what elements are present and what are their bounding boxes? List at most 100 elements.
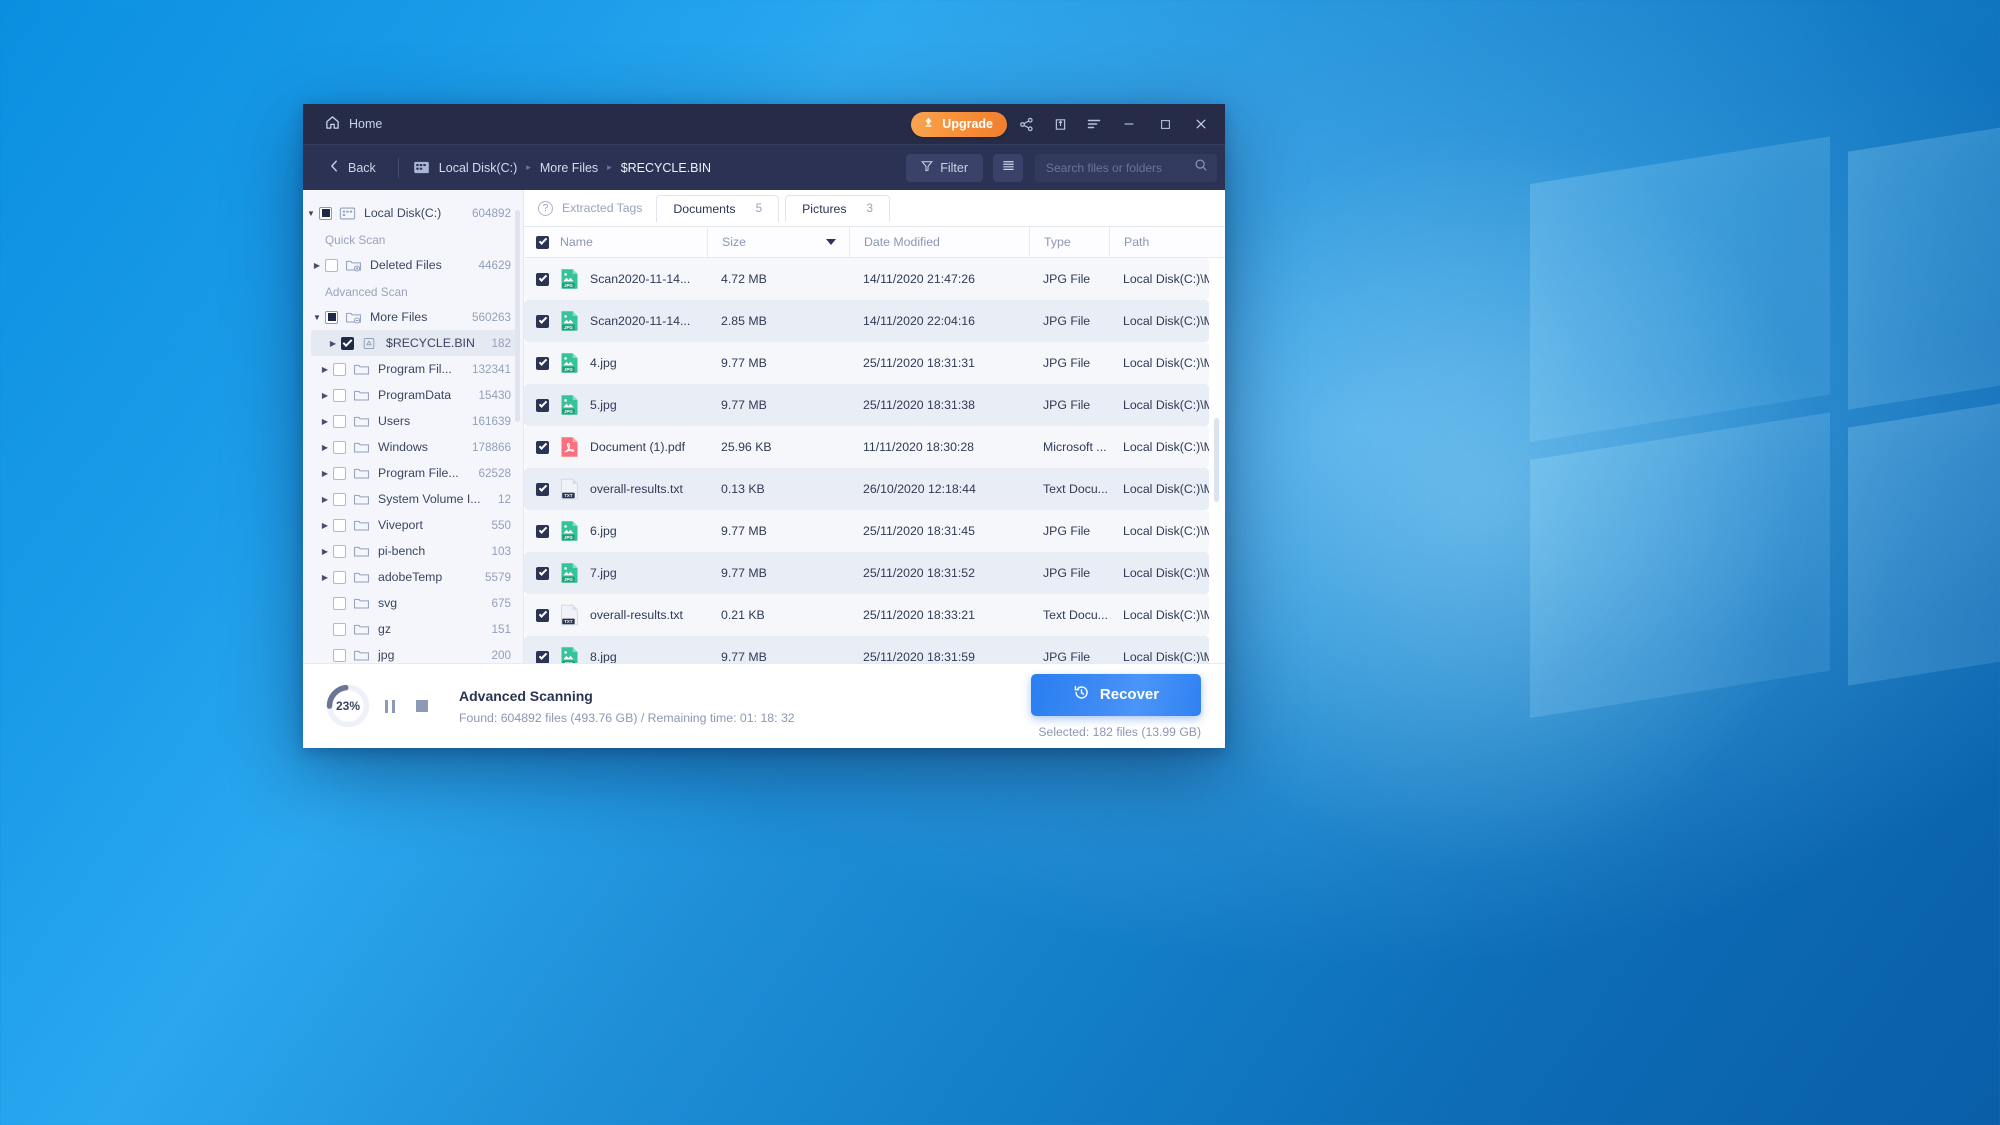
sidebar-item-program-fil[interactable]: ▶ Program Fil... 132341 — [303, 356, 523, 382]
sidebar-item-pi-bench[interactable]: ▶ pi-bench 103 — [303, 538, 523, 564]
row-checkbox[interactable] — [536, 314, 549, 328]
question-icon[interactable]: ? — [538, 200, 553, 216]
cell-date-modified: 14/11/2020 21:47:26 — [863, 272, 975, 286]
breadcrumb-item-2[interactable]: $RECYCLE.BIN — [621, 161, 711, 175]
breadcrumb-item-0[interactable]: Local Disk(C:) — [439, 161, 518, 175]
close-icon[interactable] — [1185, 109, 1217, 139]
checkbox-unchecked[interactable] — [333, 492, 346, 506]
row-checkbox[interactable] — [536, 524, 549, 538]
minimize-icon[interactable] — [1113, 109, 1145, 139]
export-icon[interactable] — [1045, 109, 1075, 139]
sidebar-item-gz[interactable]: gz 151 — [303, 616, 523, 642]
checkbox-unchecked[interactable] — [333, 440, 346, 454]
stop-button[interactable] — [409, 693, 435, 719]
chevron-down-icon[interactable]: ▼ — [303, 209, 319, 218]
column-header-path[interactable]: Path — [1109, 227, 1225, 257]
sidebar-item-jpg[interactable]: jpg 200 — [303, 642, 523, 663]
list-view-button[interactable] — [993, 153, 1023, 182]
column-header-size[interactable]: Size — [707, 227, 849, 257]
row-checkbox[interactable] — [536, 566, 549, 580]
table-row[interactable]: JPG 5.jpg 9.77 MB 25/11/2020 18:31:38 JPG Fi… — [524, 384, 1209, 426]
table-row[interactable]: Document (1).pdf 25.96 KB 11/11/2020 18:30… — [524, 426, 1209, 468]
checkbox-partial[interactable] — [319, 206, 332, 220]
home-button[interactable]: Home — [319, 110, 388, 138]
upgrade-button[interactable]: Upgrade — [911, 111, 1007, 137]
chevron-right-icon[interactable]: ▶ — [317, 469, 333, 478]
table-row[interactable]: JPG 6.jpg 9.77 MB 25/11/2020 18:31:45 JPG Fi… — [524, 510, 1209, 552]
sidebar-tree[interactable]: ▼ Local Disk(C:) 604892 Quick Scan ▶ Del… — [303, 190, 524, 663]
checkbox-unchecked[interactable] — [325, 258, 338, 272]
chevron-right-icon[interactable]: ▶ — [317, 365, 333, 374]
table-row[interactable]: JPG 8.jpg 9.77 MB 25/11/2020 18:31:59 JPG Fi… — [524, 636, 1209, 663]
sidebar-item-adobetemp[interactable]: ▶ adobeTemp 5579 — [303, 564, 523, 590]
search-icon[interactable] — [1194, 158, 1208, 177]
share-icon[interactable] — [1011, 109, 1041, 139]
sidebar-item-recycle-bin[interactable]: ▶ $RECYCLE.BIN 182 — [311, 330, 519, 356]
checkbox-unchecked[interactable] — [333, 622, 346, 636]
table-row[interactable]: JPG Scan2020-11-14... 2.85 MB 14/11/2020 22… — [524, 300, 1209, 342]
checkbox-unchecked[interactable] — [333, 388, 346, 402]
column-header-name[interactable]: Name — [524, 227, 707, 257]
sidebar-item-programdata[interactable]: ▶ ProgramData 15430 — [303, 382, 523, 408]
filter-button[interactable]: Filter — [906, 153, 983, 182]
sidebar-item-more-files[interactable]: ▼ More Files 560263 — [303, 304, 523, 330]
chevron-right-icon[interactable]: ▶ — [317, 547, 333, 556]
search-input[interactable]: Search files or folders — [1046, 161, 1188, 175]
search-box[interactable]: Search files or folders — [1035, 153, 1217, 182]
row-checkbox[interactable] — [536, 398, 549, 412]
sidebar-scrollbar-thumb[interactable] — [515, 210, 520, 422]
menu-icon[interactable] — [1079, 109, 1109, 139]
sidebar-item-svg[interactable]: svg 675 — [303, 590, 523, 616]
chevron-right-icon[interactable]: ▶ — [317, 443, 333, 452]
checkbox-checked[interactable] — [341, 336, 354, 350]
row-checkbox[interactable] — [536, 608, 549, 622]
file-list[interactable]: JPG Scan2020-11-14... 4.72 MB 14/11/2020 21… — [524, 258, 1225, 663]
row-checkbox[interactable] — [536, 650, 549, 663]
chevron-down-icon[interactable]: ▼ — [309, 313, 325, 322]
column-header-type[interactable]: Type — [1029, 227, 1109, 257]
sidebar-item-local-disk[interactable]: ▼ Local Disk(C:) 604892 — [303, 200, 523, 226]
checkbox-unchecked[interactable] — [333, 544, 346, 558]
sidebar-item-users[interactable]: ▶ Users 161639 — [303, 408, 523, 434]
chevron-right-icon[interactable]: ▶ — [317, 495, 333, 504]
row-checkbox[interactable] — [536, 272, 549, 286]
row-checkbox[interactable] — [536, 440, 549, 454]
tab-pictures[interactable]: Pictures 3 — [785, 194, 891, 222]
sort-descending-icon[interactable] — [826, 239, 836, 245]
chevron-right-icon[interactable]: ▶ — [317, 417, 333, 426]
maximize-icon[interactable] — [1149, 109, 1181, 139]
back-button[interactable]: Back — [321, 155, 384, 180]
recover-button[interactable]: Recover — [1031, 673, 1201, 716]
chevron-right-icon[interactable]: ▶ — [325, 339, 341, 348]
checkbox-unchecked[interactable] — [333, 596, 346, 610]
sidebar-item-windows[interactable]: ▶ Windows 178866 — [303, 434, 523, 460]
row-checkbox[interactable] — [536, 356, 549, 370]
checkbox-unchecked[interactable] — [333, 466, 346, 480]
sidebar-item-program-file[interactable]: ▶ Program File... 62528 — [303, 460, 523, 486]
column-header-date-modified[interactable]: Date Modified — [849, 227, 1029, 257]
checkbox-partial[interactable] — [325, 310, 338, 324]
table-row[interactable]: JPG 4.jpg 9.77 MB 25/11/2020 18:31:31 JPG Fi… — [524, 342, 1209, 384]
sidebar-item-deleted-files[interactable]: ▶ Deleted Files 44629 — [303, 252, 523, 278]
checkbox-unchecked[interactable] — [333, 648, 346, 662]
checkbox-unchecked[interactable] — [333, 362, 346, 376]
table-row[interactable]: JPG 7.jpg 9.77 MB 25/11/2020 18:31:52 JPG Fi… — [524, 552, 1209, 594]
breadcrumb-item-1[interactable]: More Files — [540, 161, 598, 175]
checkbox-unchecked[interactable] — [333, 570, 346, 584]
tab-documents[interactable]: Documents 5 — [656, 194, 780, 222]
chevron-right-icon[interactable]: ▶ — [317, 573, 333, 582]
pause-button[interactable] — [377, 693, 403, 719]
sidebar-item-viveport[interactable]: ▶ Viveport 550 — [303, 512, 523, 538]
table-row[interactable]: JPG Scan2020-11-14... 4.72 MB 14/11/2020 21… — [524, 258, 1209, 300]
select-all-checkbox[interactable] — [536, 235, 549, 249]
checkbox-unchecked[interactable] — [333, 518, 346, 532]
sidebar-item-system-volume-i[interactable]: ▶ System Volume I... 12 — [303, 486, 523, 512]
chevron-right-icon[interactable]: ▶ — [309, 261, 325, 270]
checkbox-unchecked[interactable] — [333, 414, 346, 428]
table-row[interactable]: TXT overall-results.txt 0.21 KB 25/11/2020 … — [524, 594, 1209, 636]
chevron-right-icon[interactable]: ▶ — [317, 391, 333, 400]
file-list-scrollbar-thumb[interactable] — [1214, 418, 1219, 502]
row-checkbox[interactable] — [536, 482, 549, 496]
chevron-right-icon[interactable]: ▶ — [317, 521, 333, 530]
table-row[interactable]: TXT overall-results.txt 0.13 KB 26/10/2020 … — [524, 468, 1209, 510]
